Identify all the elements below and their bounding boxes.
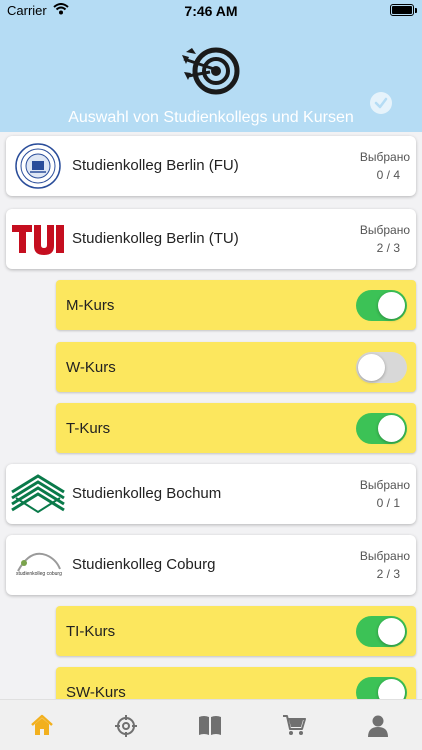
kolleg-title: Studienkolleg Berlin (TU) xyxy=(72,230,239,247)
toggle-knob xyxy=(378,292,405,319)
selected-label: Выбрано xyxy=(359,150,410,164)
bochum-logo xyxy=(10,470,66,518)
course-label: SW-Kurs xyxy=(66,684,126,699)
fu-berlin-seal-logo xyxy=(10,142,66,190)
tab-bar xyxy=(0,699,422,750)
selected-count: 0 / 1 xyxy=(376,496,400,510)
kolleg-card-coburg[interactable]: studienkolleg coburg Studienkolleg Cobur… xyxy=(6,535,416,595)
course-row-t-kurs[interactable]: T-Kurs xyxy=(56,403,416,453)
target-icon xyxy=(115,715,137,737)
course-label: W-Kurs xyxy=(66,359,116,376)
course-toggle[interactable] xyxy=(356,290,407,321)
kolleg-card-fu-berlin[interactable]: Studienkolleg Berlin (FU) Выбрано 0 / 4 xyxy=(6,136,416,196)
selected-count: 0 / 4 xyxy=(376,168,400,182)
user-icon xyxy=(368,715,388,737)
tab-book[interactable] xyxy=(168,700,252,750)
kolleg-list[interactable]: Studienkolleg Berlin (FU) Выбрано 0 / 4 … xyxy=(0,132,422,699)
toggle-knob xyxy=(378,618,405,645)
tab-profile[interactable] xyxy=(336,700,420,750)
tab-cart[interactable] xyxy=(252,700,336,750)
selected-label: Выбрано xyxy=(359,549,410,563)
status-time: 7:46 AM xyxy=(184,3,238,19)
battery-tip xyxy=(415,8,417,13)
course-toggle[interactable] xyxy=(356,616,407,647)
toggle-knob xyxy=(358,354,385,381)
tab-target[interactable] xyxy=(84,700,168,750)
toggle-knob xyxy=(378,679,405,699)
selected-count: 2 / 3 xyxy=(376,241,400,255)
header-title: Auswahl von Studienkollegs und Kursen xyxy=(68,109,354,126)
course-label: M-Kurs xyxy=(66,297,115,314)
cart-icon xyxy=(283,715,306,735)
kolleg-title: Studienkolleg Berlin (FU) xyxy=(72,157,239,174)
course-toggle[interactable] xyxy=(356,413,407,444)
selected-label: Выбрано xyxy=(359,478,410,492)
toggle-knob xyxy=(378,415,405,442)
home-icon xyxy=(31,714,53,735)
battery-icon xyxy=(390,4,414,16)
kolleg-card-tu-berlin[interactable]: Studienkolleg Berlin (TU) Выбрано 2 / 3 xyxy=(6,209,416,269)
course-row-m-kurs[interactable]: M-Kurs xyxy=(56,280,416,330)
kolleg-title: Studienkolleg Bochum xyxy=(72,485,222,502)
kolleg-card-bochum[interactable]: Studienkolleg Bochum Выбрано 0 / 1 xyxy=(6,464,416,524)
book-icon xyxy=(199,716,221,735)
coburg-logo: studienkolleg coburg xyxy=(10,541,66,589)
tab-home[interactable] xyxy=(0,700,84,750)
kolleg-title: Studienkolleg Coburg xyxy=(72,556,216,573)
coburg-logo-text: studienkolleg coburg xyxy=(16,571,62,577)
course-toggle[interactable] xyxy=(356,352,407,383)
check-circle-icon[interactable] xyxy=(370,92,392,114)
course-row-sw-kurs[interactable]: SW-Kurs xyxy=(56,667,416,699)
tu-berlin-logo xyxy=(10,215,66,263)
course-toggle[interactable] xyxy=(356,677,407,699)
course-label: TI-Kurs xyxy=(66,623,116,640)
status-bar: Carrier 7:46 AM xyxy=(0,0,422,22)
selected-label: Выбрано xyxy=(359,223,410,237)
course-label: T-Kurs xyxy=(66,420,111,437)
course-row-w-kurs[interactable]: W-Kurs xyxy=(56,342,416,392)
selected-count: 2 / 3 xyxy=(376,567,400,581)
target-arrows-icon xyxy=(182,47,240,95)
course-row-ti-kurs[interactable]: TI-Kurs xyxy=(56,606,416,656)
